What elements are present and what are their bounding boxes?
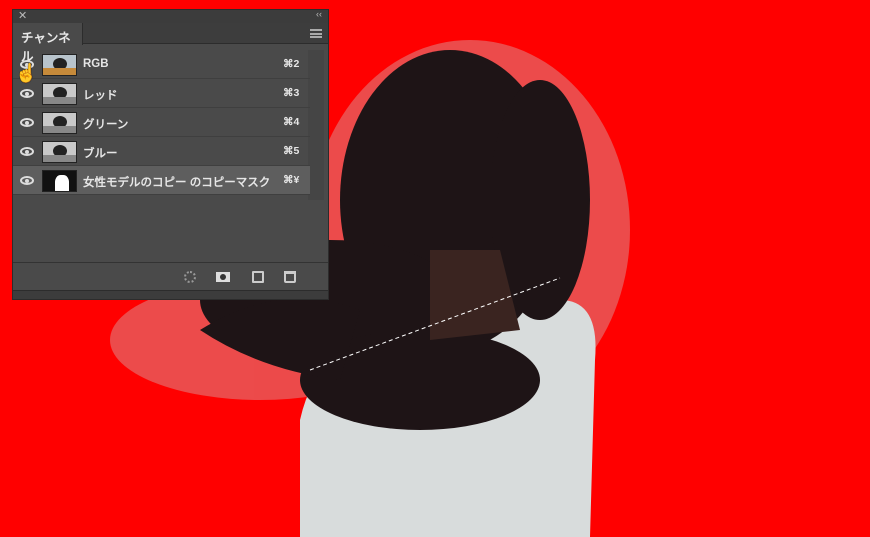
channel-row-blue[interactable]: ブルー ⌘5 [13, 137, 310, 166]
panel-footer [13, 262, 328, 290]
channel-thumbnail [42, 141, 77, 163]
close-icon[interactable]: ✕ [18, 9, 27, 22]
channel-row-mask[interactable]: 女性モデルのコピー のコピーマスク ⌘¥ [13, 166, 310, 195]
channel-shortcut: ⌘4 [283, 116, 300, 128]
tab-channels[interactable]: チャンネル [13, 23, 83, 64]
hand-cursor-icon: ☝ [15, 63, 38, 83]
eye-icon[interactable] [20, 176, 34, 185]
channels-panel: ✕ ‹‹ チャンネル RGB ⌘2 レッド ⌘3 グリーン ⌘4 ブルー ⌘5 … [12, 9, 329, 300]
scrollbar[interactable] [308, 50, 324, 200]
channel-shortcut: ⌘5 [283, 145, 300, 157]
tab-bar: チャンネル [13, 23, 328, 64]
save-selection-as-channel-icon[interactable] [216, 272, 230, 282]
eye-icon[interactable] [20, 118, 34, 127]
channel-name: グリーン [83, 119, 129, 131]
channel-thumbnail [42, 54, 77, 76]
channel-row-rgb[interactable]: RGB ⌘2 [13, 50, 310, 79]
channel-name: ブルー [83, 148, 118, 160]
channel-thumbnail [42, 170, 77, 192]
channel-row-green[interactable]: グリーン ⌘4 [13, 108, 310, 137]
channel-thumbnail [42, 112, 77, 134]
channel-row-red[interactable]: レッド ⌘3 [13, 79, 310, 108]
panel-resize-strip[interactable] [13, 290, 328, 299]
channel-name: 女性モデルのコピー のコピーマスク [83, 177, 271, 189]
channel-list: RGB ⌘2 レッド ⌘3 グリーン ⌘4 ブルー ⌘5 女性モデルのコピー の… [13, 50, 310, 195]
collapse-icon[interactable]: ‹‹ [316, 9, 322, 19]
channel-shortcut: ⌘2 [283, 58, 300, 70]
eye-icon[interactable] [20, 89, 34, 98]
eye-icon[interactable] [20, 147, 34, 156]
channel-shortcut: ⌘¥ [283, 174, 300, 186]
trash-icon[interactable] [284, 271, 296, 283]
channel-name: RGB [83, 58, 109, 70]
channel-name: レッド [83, 90, 118, 102]
panel-menu-icon[interactable] [310, 29, 322, 38]
new-channel-icon[interactable] [252, 271, 264, 283]
channel-shortcut: ⌘3 [283, 87, 300, 99]
channel-thumbnail [42, 83, 77, 105]
load-selection-icon[interactable] [184, 271, 196, 283]
panel-titlebar: ✕ ‹‹ [13, 9, 328, 23]
